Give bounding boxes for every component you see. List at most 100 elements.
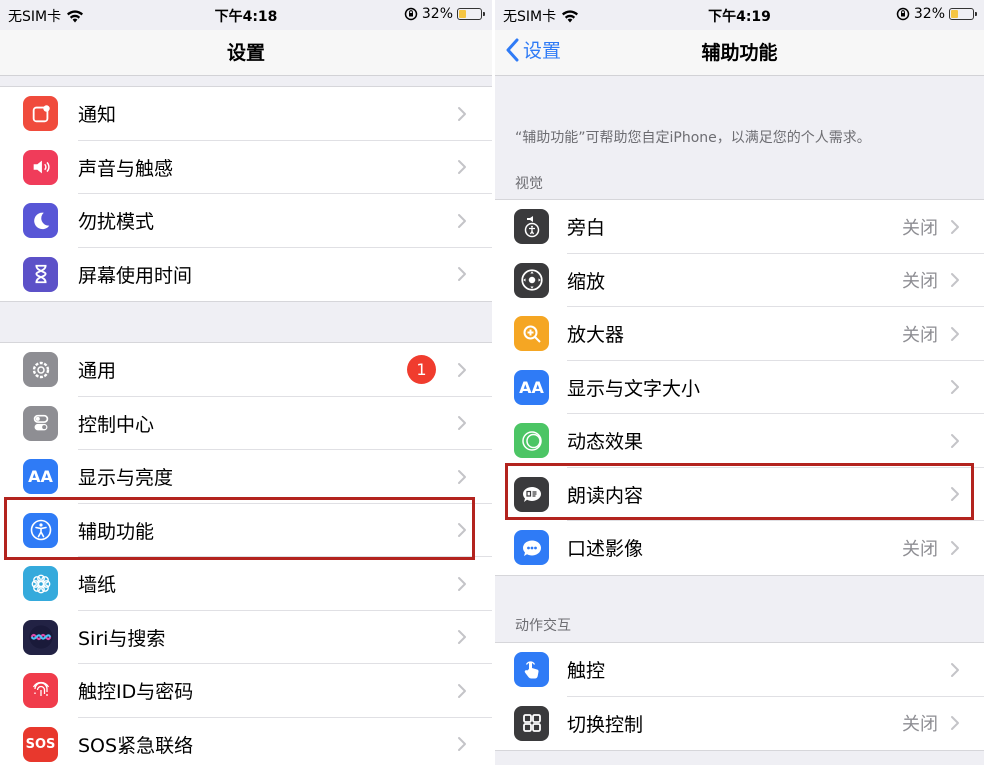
status-bar: 无SIM卡 下午4:18 32% [0, 0, 492, 30]
chevron-right-icon [951, 662, 959, 677]
settings-item-siri[interactable]: Siri与搜索 [0, 611, 492, 664]
battery-icon [457, 8, 485, 20]
battery-icon [949, 8, 977, 20]
chevron-right-icon [951, 219, 959, 234]
notification-icon [23, 96, 58, 132]
row-label: Siri与搜索 [78, 627, 166, 650]
row-label: 声音与触感 [78, 157, 174, 180]
chevron-right-icon [458, 106, 466, 121]
nav-bar: 设置 辅助功能 [495, 30, 984, 76]
switch-control-icon [514, 705, 549, 741]
settings-item-sos[interactable]: SOS SOS紧急联络 [0, 718, 492, 765]
orientation-lock-icon [896, 7, 910, 21]
settings-item-notification[interactable]: 通知 [0, 87, 492, 141]
vision-group: 旁白 关闭 缩放 关闭 放大器 关闭 AA 显示与文字大小 动态效果 朗读内容 口述影像 关闭 [495, 199, 984, 576]
sound-icon [23, 149, 58, 185]
settings-item-sound[interactable]: 声音与触感 [0, 141, 492, 194]
accessibility-item-text-size[interactable]: AA 显示与文字大小 [495, 361, 984, 414]
row-label: 触控 [567, 660, 606, 683]
chevron-right-icon [458, 737, 466, 752]
chevron-right-icon [951, 487, 959, 502]
accessibility-icon [23, 512, 58, 548]
row-value: 关闭 [902, 324, 938, 346]
magnifier-icon [514, 316, 549, 352]
accessibility-item-audio-description[interactable]: 口述影像 关闭 [495, 521, 984, 575]
sos-icon: SOS [23, 726, 58, 762]
battery-percent: 32% [913, 6, 945, 22]
accessibility-item-motion[interactable]: 动态效果 [495, 414, 984, 468]
chevron-right-icon [458, 683, 466, 698]
chevron-right-icon [951, 433, 959, 448]
row-label: 勿扰模式 [78, 211, 155, 234]
settings-item-hourglass[interactable]: 屏幕使用时间 [0, 248, 492, 302]
settings-item-gear[interactable]: 通用 1 [0, 343, 492, 397]
section-header-vision: 视觉 [515, 176, 543, 192]
settings-item-moon[interactable]: 勿扰模式 [0, 194, 492, 248]
row-label: 墙纸 [78, 574, 117, 597]
row-label: 显示与文字大小 [567, 377, 701, 400]
row-label: 旁白 [567, 217, 606, 240]
settings-item-flower[interactable]: 墙纸 [0, 557, 492, 611]
row-label: SOS紧急联络 [78, 734, 194, 757]
text-size-icon: AA [23, 459, 58, 495]
siri-icon [23, 619, 58, 655]
chevron-right-icon [458, 576, 466, 591]
row-label: 口述影像 [567, 538, 644, 561]
accessibility-item-touch[interactable]: 触控 [495, 643, 984, 697]
row-value: 关闭 [902, 538, 938, 560]
chevron-right-icon [458, 160, 466, 175]
row-label: 屏幕使用时间 [78, 264, 193, 287]
chevron-right-icon [458, 416, 466, 431]
hourglass-icon [23, 256, 58, 292]
chevron-right-icon [458, 213, 466, 228]
chevron-right-icon [951, 716, 959, 731]
text-size-icon: AA [514, 369, 549, 405]
settings-item-text-size[interactable]: AA 显示与亮度 [0, 450, 492, 504]
settings-item-accessibility[interactable]: 辅助功能 [0, 504, 492, 557]
row-value: 关闭 [902, 217, 938, 239]
row-label: 控制中心 [78, 413, 155, 436]
settings-item-toggles[interactable]: 控制中心 [0, 397, 492, 450]
gear-icon [23, 352, 58, 388]
chevron-right-icon [951, 273, 959, 288]
touch-icon [514, 652, 549, 688]
row-label: 通知 [78, 104, 117, 127]
fingerprint-icon [23, 673, 58, 709]
chevron-right-icon [951, 380, 959, 395]
accessibility-item-switch-control[interactable]: 切换控制 关闭 [495, 697, 984, 751]
accessibility-item-voiceover[interactable]: 旁白 关闭 [495, 200, 984, 254]
page-title: 辅助功能 [701, 42, 778, 64]
accessibility-item-speech[interactable]: 朗读内容 [495, 468, 984, 521]
description-note: “辅助功能”可帮助您自定iPhone，以满足您的个人需求。 [515, 130, 871, 146]
chevron-right-icon [458, 523, 466, 538]
voiceover-icon [514, 209, 549, 245]
accessibility-item-magnifier[interactable]: 放大器 关闭 [495, 307, 984, 361]
speech-icon [514, 476, 549, 512]
audio-description-icon [514, 530, 549, 566]
chevron-right-icon [951, 540, 959, 555]
settings-group-2: 通用 1 控制中心 AA 显示与亮度 辅助功能 墙纸 Siri与搜索 触控ID与密码 SOS SOS… [0, 342, 492, 765]
row-value: 关闭 [902, 271, 938, 293]
moon-icon [23, 203, 58, 239]
row-label: 触控ID与密码 [78, 681, 194, 704]
chevron-right-icon [458, 267, 466, 282]
battery-percent: 32% [421, 6, 453, 22]
zoom-icon [514, 262, 549, 298]
chevron-right-icon [458, 469, 466, 484]
row-label: 朗读内容 [567, 484, 644, 507]
row-label: 通用 [78, 360, 117, 383]
notification-badge: 1 [407, 355, 436, 385]
accessibility-screen: 无SIM卡 下午4:19 32% 设置 辅助功能 “辅助功能”可帮助您自定iPh… [495, 0, 984, 765]
nav-bar: 设置 [0, 30, 492, 76]
row-label: 辅助功能 [78, 520, 155, 543]
orientation-lock-icon [404, 7, 418, 21]
accessibility-item-zoom[interactable]: 缩放 关闭 [495, 254, 984, 307]
chevron-right-icon [458, 362, 466, 377]
row-label: 缩放 [567, 270, 606, 293]
interaction-group: 触控切换控制 关闭 [495, 642, 984, 751]
page-title: 设置 [226, 42, 265, 64]
settings-item-fingerprint[interactable]: 触控ID与密码 [0, 664, 492, 718]
flower-icon [23, 566, 58, 602]
section-header-interaction: 动作交互 [515, 618, 571, 634]
row-label: 显示与亮度 [78, 467, 174, 490]
